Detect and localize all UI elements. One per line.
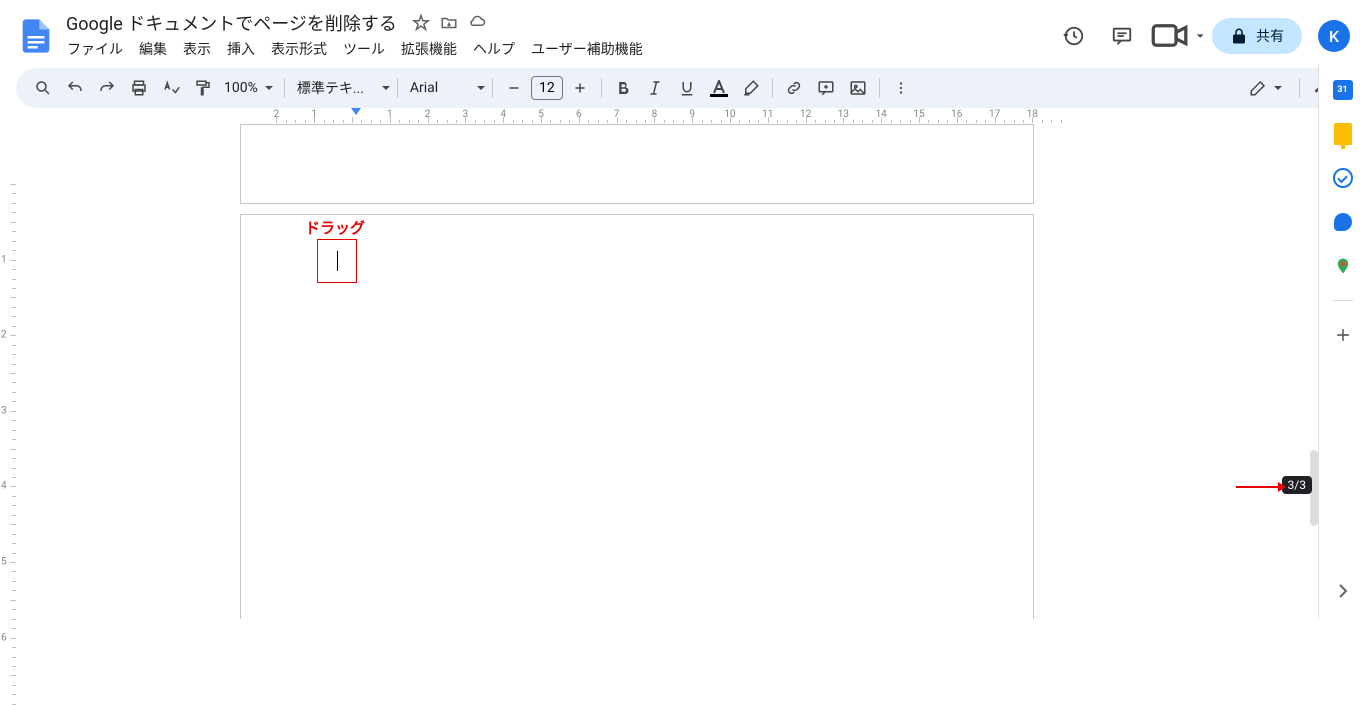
add-comment-icon[interactable] [811, 73, 841, 103]
bold-icon[interactable] [608, 73, 638, 103]
paragraph-style-select[interactable]: 標準テキ... [291, 78, 379, 98]
annotation-arrow-icon [1236, 478, 1286, 497]
add-addon-icon[interactable] [1333, 325, 1353, 345]
annotation-drag-label: ドラッグ [305, 217, 365, 238]
font-size-decrease-icon[interactable] [499, 73, 529, 103]
font-select[interactable]: Arial [404, 80, 474, 96]
menu-bar: ファイル 編集 表示 挿入 表示形式 ツール 拡張機能 ヘルプ ユーザー補助機能 [60, 37, 1054, 61]
font-size-increase-icon[interactable] [565, 73, 595, 103]
history-icon[interactable] [1054, 16, 1094, 56]
zoom-select[interactable]: 100% [220, 80, 278, 96]
editing-mode-button[interactable] [1241, 79, 1291, 97]
toolbar: 100% 標準テキ... Arial 12 [16, 68, 1350, 108]
document-scroll-area[interactable]: ドラッグ [16, 124, 1318, 619]
maps-icon[interactable] [1333, 256, 1353, 276]
header-bar: Google ドキュメントでページを削除する ファイル 編集 表示 挿入 表示形… [0, 0, 1366, 64]
share-label: 共有 [1256, 26, 1284, 46]
menu-view[interactable]: 表示 [176, 37, 218, 61]
docs-logo[interactable] [16, 16, 56, 56]
horizontal-ruler[interactable]: 21123456789101112131415161718 [16, 108, 1318, 124]
title-area: Google ドキュメントでページを削除する ファイル 編集 表示 挿入 表示形… [60, 11, 1054, 61]
text-cursor [337, 251, 338, 271]
page-previous-tail[interactable] [240, 124, 1034, 204]
page-indicator-badge: 3/3 [1282, 476, 1312, 494]
more-icon[interactable] [886, 73, 916, 103]
cloud-status-icon[interactable] [467, 13, 487, 33]
link-icon[interactable] [779, 73, 809, 103]
comments-icon[interactable] [1102, 16, 1142, 56]
calendar-icon[interactable]: 31 [1333, 80, 1353, 100]
text-color-icon[interactable] [704, 73, 734, 103]
insert-image-icon[interactable] [843, 73, 873, 103]
paint-format-icon[interactable] [188, 73, 218, 103]
spellcheck-icon[interactable] [156, 73, 186, 103]
star-icon[interactable] [411, 13, 431, 33]
print-icon[interactable] [124, 73, 154, 103]
undo-icon[interactable] [60, 73, 90, 103]
menu-insert[interactable]: 挿入 [220, 37, 262, 61]
highlight-icon[interactable] [736, 73, 766, 103]
menu-file[interactable]: ファイル [60, 37, 130, 61]
search-icon[interactable] [28, 73, 58, 103]
menu-accessibility[interactable]: ユーザー補助機能 [524, 37, 650, 61]
indent-marker-icon[interactable] [350, 108, 362, 123]
menu-extensions[interactable]: 拡張機能 [394, 37, 464, 61]
menu-edit[interactable]: 編集 [132, 37, 174, 61]
font-size-control: 12 [499, 73, 595, 103]
vertical-scrollbar[interactable] [1310, 124, 1318, 619]
share-button[interactable]: 共有 [1212, 18, 1302, 54]
contacts-icon[interactable] [1333, 212, 1353, 232]
side-panel-collapse-icon[interactable] [1331, 579, 1355, 603]
menu-format[interactable]: 表示形式 [264, 37, 334, 61]
meet-button[interactable] [1150, 16, 1204, 56]
document-title[interactable]: Google ドキュメントでページを削除する [60, 8, 403, 38]
side-panel: 31 [1318, 64, 1366, 619]
annotation-cursor-box [317, 239, 357, 283]
header-right: 共有 K [1054, 16, 1350, 56]
menu-tools[interactable]: ツール [336, 37, 392, 61]
move-folder-icon[interactable] [439, 13, 459, 33]
menu-help[interactable]: ヘルプ [466, 37, 522, 61]
page-current[interactable]: ドラッグ [240, 214, 1034, 619]
vertical-ruler[interactable]: 123456 [0, 124, 16, 619]
tasks-icon[interactable] [1333, 168, 1353, 188]
redo-icon[interactable] [92, 73, 122, 103]
keep-icon[interactable] [1333, 124, 1353, 144]
italic-icon[interactable] [640, 73, 670, 103]
underline-icon[interactable] [672, 73, 702, 103]
account-avatar[interactable]: K [1318, 20, 1350, 52]
font-size-input[interactable]: 12 [531, 76, 563, 100]
